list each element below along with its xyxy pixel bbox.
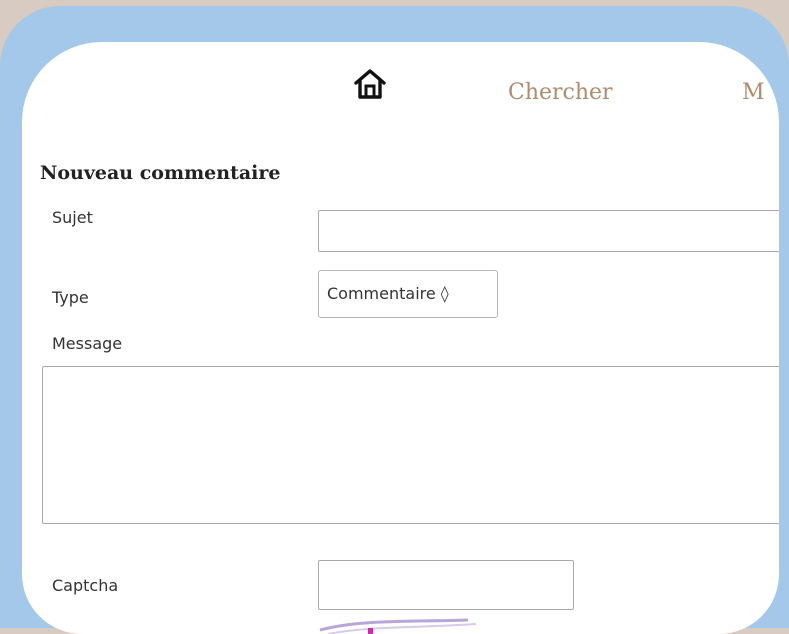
device-frame: Chercher M Nouveau commentaire Sujet Typ… — [0, 6, 789, 634]
home-icon[interactable] — [352, 66, 388, 102]
captcha-label: Captcha — [52, 576, 119, 595]
captcha-input[interactable] — [318, 560, 574, 610]
form-title: Nouveau commentaire — [40, 162, 281, 184]
subject-label: Sujet — [52, 208, 93, 227]
message-label: Message — [52, 334, 123, 353]
nav-more-link[interactable]: M — [742, 80, 765, 105]
captcha-image — [319, 618, 477, 634]
type-label: Type — [52, 288, 89, 307]
page-viewport: Chercher M Nouveau commentaire Sujet Typ… — [22, 42, 779, 634]
type-select[interactable]: Commentaire ◊ — [318, 270, 498, 318]
message-textarea[interactable] — [42, 366, 779, 524]
nav-search-link[interactable]: Chercher — [508, 80, 613, 105]
subject-input[interactable] — [318, 210, 779, 252]
